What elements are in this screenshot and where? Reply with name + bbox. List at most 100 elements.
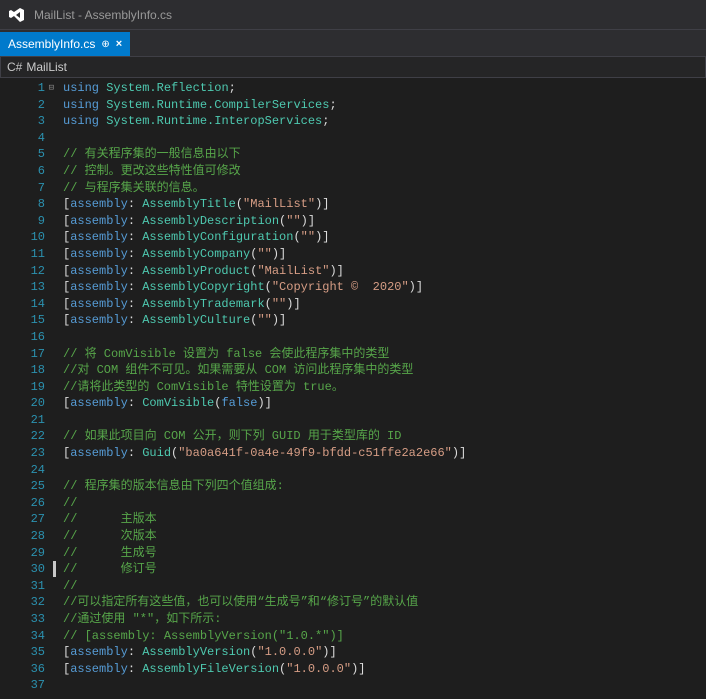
token-pnc: : [128,280,142,294]
code-line[interactable]: [assembly: AssemblyTitle("MailList")] [63,196,706,213]
line-number: 7 [0,180,45,197]
line-number: 15 [0,312,45,329]
line-number: 35 [0,644,45,661]
token-cmt: // [63,496,77,510]
code-line[interactable]: using System.Runtime.InteropServices; [63,113,706,130]
code-line[interactable]: using System.Reflection; [63,80,706,97]
code-line[interactable]: // [63,495,706,512]
token-kw: false [221,396,257,410]
line-number: 8 [0,196,45,213]
token-pnc: )] [315,197,329,211]
token-str: "" [257,247,271,261]
line-number: 24 [0,462,45,479]
code-line[interactable]: // 主版本 [63,511,706,528]
token-str: "ba0a641f-0a4e-49f9-bfdd-c51ffe2a2e66" [178,446,452,460]
pin-icon[interactable]: ⊕ [101,39,109,50]
code-line[interactable]: // 生成号 [63,545,706,562]
code-line[interactable]: [assembly: AssemblyFileVersion("1.0.0.0"… [63,661,706,678]
code-line[interactable]: [assembly: AssemblyTrademark("")] [63,296,706,313]
code-line[interactable]: [assembly: AssemblyCopyright("Copyright … [63,279,706,296]
code-line[interactable]: // 将 ComVisible 设置为 false 会使此程序集中的类型 [63,346,706,363]
line-number: 3 [0,113,45,130]
code-line[interactable]: // [63,578,706,595]
line-number: 14 [0,296,45,313]
tab-assemblyinfo[interactable]: AssemblyInfo.cs ⊕ × [0,32,130,56]
token-pnc: )] [351,662,365,676]
vs-logo-icon [8,6,26,24]
csharp-file-icon: C# [1,60,26,74]
token-pnc: )] [301,214,315,228]
line-number: 25 [0,478,45,495]
code-line[interactable] [63,412,706,429]
code-editor[interactable]: 1⊟23456789101112131415161718192021222324… [0,78,706,699]
token-str: "" [301,230,315,244]
code-line[interactable]: [assembly: AssemblyCulture("")] [63,312,706,329]
code-line[interactable]: // 次版本 [63,528,706,545]
namespace-dropdown[interactable]: MailList [26,60,67,74]
token-kw: assembly [70,446,128,460]
token-cmt: // 有关程序集的一般信息由以下 [63,147,241,161]
code-line[interactable]: // 程序集的版本信息由下列四个值组成: [63,478,706,495]
token-kw: assembly [70,264,128,278]
token-cmt: // 修订号 [63,562,157,576]
token-kw: using [63,114,99,128]
token-pnc: )] [272,313,286,327]
code-line[interactable]: // 如果此项目向 COM 公开，则下列 GUID 用于类型库的 ID [63,428,706,445]
code-line[interactable] [63,329,706,346]
token-str: "MailList" [243,197,315,211]
code-line[interactable]: // 与程序集关联的信息。 [63,180,706,197]
token-cmt: // 控制。更改这些特性值可修改 [63,164,241,178]
code-line[interactable]: // 有关程序集的一般信息由以下 [63,146,706,163]
token-str: "" [257,313,271,327]
token-pnc: : [128,645,142,659]
code-line[interactable]: // [assembly: AssemblyVersion("1.0.*")] [63,628,706,645]
token-type: System.Runtime.CompilerServices [106,98,329,112]
code-line[interactable] [63,130,706,147]
code-line[interactable]: //可以指定所有这些值，也可以使用“生成号”和“修订号”的默认值 [63,594,706,611]
token-pnc: : [128,230,142,244]
code-line[interactable]: [assembly: AssemblyVersion("1.0.0.0")] [63,644,706,661]
code-line[interactable]: [assembly: ComVisible(false)] [63,395,706,412]
line-number: 31 [0,578,45,595]
line-number: 27 [0,511,45,528]
close-icon[interactable]: × [116,38,122,50]
line-number: 6 [0,163,45,180]
token-type: AssemblyCulture [142,313,250,327]
code-line[interactable] [63,677,706,694]
token-type: ComVisible [142,396,214,410]
code-line[interactable]: // 修订号 [63,561,706,578]
code-area[interactable]: using System.Reflection;using System.Run… [55,78,706,699]
line-number-gutter: 1⊟23456789101112131415161718192021222324… [0,78,55,699]
code-nav-bar[interactable]: C# MailList [0,56,706,78]
line-number: 2 [0,97,45,114]
token-pnc: : [128,197,142,211]
code-line[interactable]: [assembly: AssemblyProduct("MailList")] [63,263,706,280]
line-number: 1 [0,80,45,97]
line-number: 12 [0,263,45,280]
token-pnc: : [128,297,142,311]
code-line[interactable]: //对 COM 组件不可见。如果需要从 COM 访问此程序集中的类型 [63,362,706,379]
collapse-toggle-icon[interactable]: ⊟ [49,80,54,97]
token-pnc: ; [322,114,329,128]
line-number: 5 [0,146,45,163]
token-type: Guid [142,446,171,460]
token-cmt: // 将 ComVisible 设置为 false 会使此程序集中的类型 [63,347,389,361]
code-line[interactable]: //通过使用 "*"，如下所示: [63,611,706,628]
line-number: 19 [0,379,45,396]
code-line[interactable]: [assembly: AssemblyCompany("")] [63,246,706,263]
line-number: 34 [0,628,45,645]
code-line[interactable] [63,462,706,479]
line-number: 11 [0,246,45,263]
code-line[interactable]: using System.Runtime.CompilerServices; [63,97,706,114]
line-number: 32 [0,594,45,611]
code-line[interactable]: [assembly: AssemblyConfiguration("")] [63,229,706,246]
token-cmt: // 如果此项目向 COM 公开，则下列 GUID 用于类型库的 ID [63,429,401,443]
code-line[interactable]: [assembly: AssemblyDescription("")] [63,213,706,230]
code-line[interactable]: // 控制。更改这些特性值可修改 [63,163,706,180]
window-title: MailList - AssemblyInfo.cs [34,8,172,22]
token-pnc: : [128,247,142,261]
code-line[interactable]: [assembly: Guid("ba0a641f-0a4e-49f9-bfdd… [63,445,706,462]
line-number: 22 [0,428,45,445]
code-line[interactable]: //请将此类型的 ComVisible 特性设置为 true。 [63,379,706,396]
line-number: 13 [0,279,45,296]
